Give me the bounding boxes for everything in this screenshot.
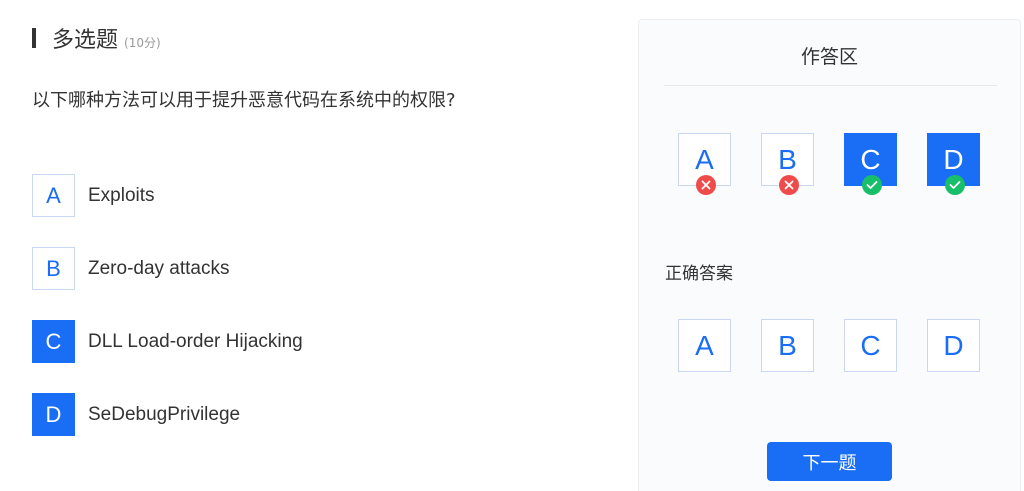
x-icon — [779, 175, 799, 195]
option-a[interactable]: A Exploits — [32, 174, 303, 217]
question-area: 多选题 (10分) 以下哪种方法可以用于提升恶意代码在系统中的权限? A Exp… — [0, 0, 620, 491]
option-letter[interactable]: B — [32, 247, 75, 290]
correct-box-c: C — [844, 319, 897, 372]
question-score: (10分) — [124, 36, 161, 50]
option-letter[interactable]: D — [32, 393, 75, 436]
correct-letter: A — [695, 329, 714, 361]
correct-letter: D — [943, 329, 964, 361]
check-icon — [945, 175, 965, 195]
options-list: A Exploits B Zero-day attacks C DLL Load… — [32, 174, 303, 466]
next-question-button[interactable]: 下一题 — [767, 442, 892, 481]
option-text: DLL Load-order Hijacking — [88, 330, 303, 352]
answer-box-d[interactable]: D — [927, 133, 980, 195]
option-d[interactable]: D SeDebugPrivilege — [32, 393, 303, 436]
option-text: Zero-day attacks — [88, 257, 230, 279]
correct-answer-label: 正确答案 — [665, 264, 733, 284]
option-letter[interactable]: C — [32, 320, 75, 363]
user-answers: A B C D — [678, 133, 1010, 195]
correct-box-a: A — [678, 319, 731, 372]
answer-letter: A — [695, 143, 714, 175]
panel-divider — [664, 85, 997, 86]
question-type: 多选题 — [52, 28, 119, 53]
check-icon — [862, 175, 882, 195]
x-icon — [696, 175, 716, 195]
correct-box-d: D — [927, 319, 980, 372]
answer-letter: C — [860, 143, 881, 175]
answer-letter: D — [943, 143, 964, 175]
correct-letter: B — [778, 329, 797, 361]
answer-letter: B — [778, 143, 797, 175]
option-letter[interactable]: A — [32, 174, 75, 217]
panel-title: 作答区 — [800, 46, 858, 68]
answer-box-a[interactable]: A — [678, 133, 731, 195]
option-text: SeDebugPrivilege — [88, 403, 241, 425]
title-marker — [32, 28, 36, 48]
answer-panel: 作答区 A B C D 正确答案 A B C D 下一题 — [638, 19, 1021, 491]
option-text: Exploits — [88, 184, 155, 206]
correct-box-b: B — [761, 319, 814, 372]
correct-letter: C — [860, 329, 881, 361]
answer-box-c[interactable]: C — [844, 133, 897, 195]
option-b[interactable]: B Zero-day attacks — [32, 247, 303, 290]
correct-answers: A B C D — [678, 319, 1010, 372]
option-c[interactable]: C DLL Load-order Hijacking — [32, 320, 303, 363]
question-header: 多选题 (10分) — [32, 22, 161, 54]
question-text: 以下哪种方法可以用于提升恶意代码在系统中的权限? — [32, 90, 456, 111]
answer-box-b[interactable]: B — [761, 133, 814, 195]
